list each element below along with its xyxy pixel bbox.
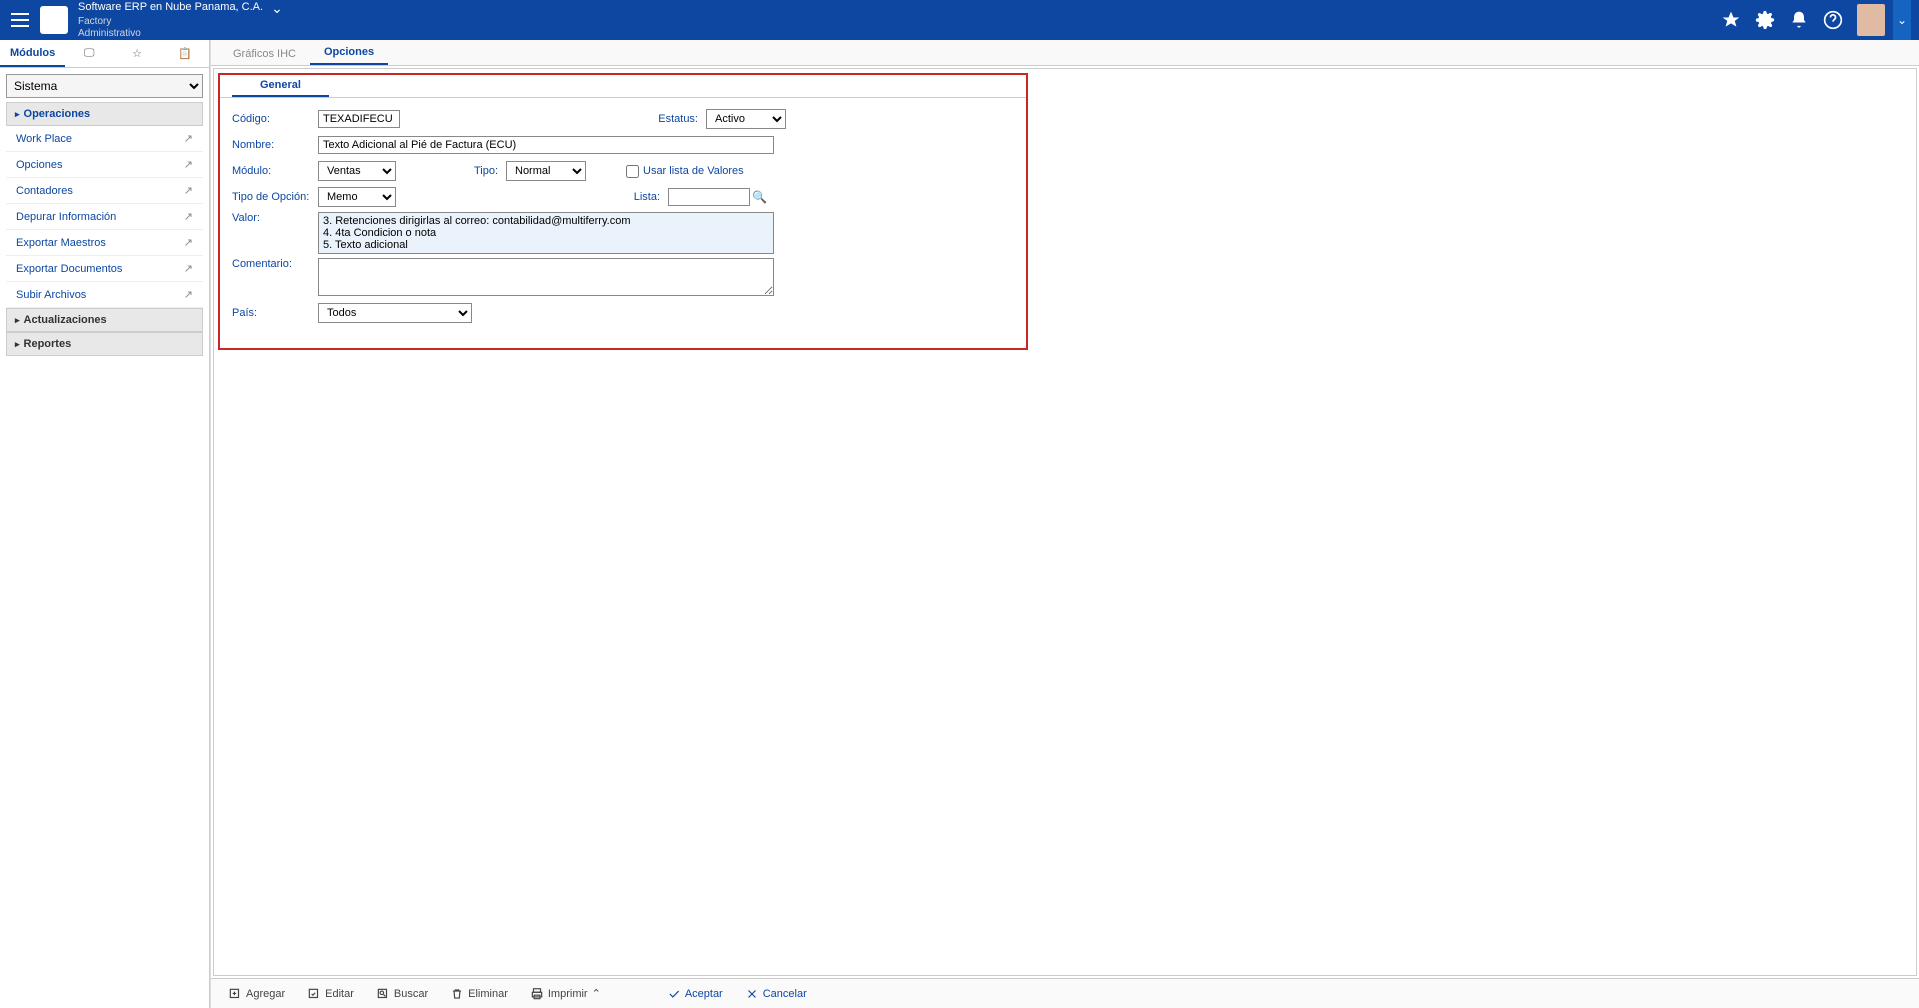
input-nombre[interactable] xyxy=(318,136,774,154)
delete-button[interactable]: Eliminar xyxy=(441,982,517,1006)
checkbox-usar-lista-wrap[interactable]: Usar lista de Valores xyxy=(626,165,744,178)
label-estatus: Estatus: xyxy=(626,113,706,125)
tab-opciones[interactable]: Opciones xyxy=(310,41,388,65)
select-pais[interactable]: Todos xyxy=(318,303,472,323)
menu-icon[interactable] xyxy=(8,8,32,32)
sidebar-item-subir-archivos[interactable]: Subir Archivos↗ xyxy=(6,282,203,308)
app-header: ⚙ Software ERP en Nube Panama, C.A. ⌄ Fa… xyxy=(0,0,1919,40)
system-select[interactable]: Sistema xyxy=(6,74,203,98)
label-valor: Valor: xyxy=(232,212,318,224)
input-codigo[interactable] xyxy=(318,110,400,128)
select-modulo[interactable]: Ventas xyxy=(318,161,396,181)
header-line2: Factory xyxy=(78,16,1721,28)
chevron-down-icon[interactable]: ⌄ xyxy=(271,0,283,16)
sidebar-item-depurar[interactable]: Depurar Información↗ xyxy=(6,204,203,230)
select-estatus[interactable]: Activo xyxy=(706,109,786,129)
search-icon[interactable]: 🔍 xyxy=(752,190,767,204)
label-codigo: Código: xyxy=(232,113,318,125)
label-modulo: Módulo: xyxy=(232,165,318,177)
label-nombre: Nombre: xyxy=(232,139,318,151)
sidebar-item-exportar-documentos[interactable]: Exportar Documentos↗ xyxy=(6,256,203,282)
external-icon: ↗ xyxy=(184,236,193,249)
accordion-actualizaciones[interactable]: ▸Actualizaciones xyxy=(6,308,203,332)
bell-icon[interactable] xyxy=(1789,10,1809,30)
external-icon: ↗ xyxy=(184,262,193,275)
sidebar-item-workplace[interactable]: Work Place↗ xyxy=(6,126,203,152)
textarea-comentario[interactable] xyxy=(318,258,774,296)
gear-icon[interactable] xyxy=(1755,10,1775,30)
app-logo: ⚙ xyxy=(40,6,68,34)
select-tipo-opcion[interactable]: Memo xyxy=(318,187,396,207)
external-icon: ↗ xyxy=(184,210,193,223)
tab-graficos[interactable]: Gráficos IHC xyxy=(219,43,310,65)
external-icon: ↗ xyxy=(184,158,193,171)
content-tabs: Gráficos IHC Opciones xyxy=(211,40,1919,66)
form-panel: General Código: Estatus: Activo Nombre: xyxy=(218,73,1028,350)
external-icon: ↗ xyxy=(184,288,193,301)
label-pais: País: xyxy=(232,307,318,319)
print-button[interactable]: Imprimir ⌃ xyxy=(521,982,610,1006)
add-button[interactable]: Agregar xyxy=(219,982,294,1006)
textarea-valor[interactable] xyxy=(318,212,774,254)
tab-modulos[interactable]: Módulos xyxy=(0,41,65,67)
accordion-operaciones[interactable]: ▸Operaciones xyxy=(6,102,203,126)
star-outline-icon[interactable]: ☆ xyxy=(113,41,161,66)
external-icon: ↗ xyxy=(184,184,193,197)
label-tipo: Tipo: xyxy=(466,165,506,177)
sidebar-item-opciones[interactable]: Opciones↗ xyxy=(6,152,203,178)
input-lista[interactable] xyxy=(668,188,750,206)
chevron-up-icon: ⌃ xyxy=(592,987,601,1000)
sidebar: Módulos 🖵 ☆ 📋 Sistema ▸Operaciones Work … xyxy=(0,40,210,1008)
accordion-reportes[interactable]: ▸Reportes xyxy=(6,332,203,356)
company-name: Software ERP en Nube Panama, C.A. xyxy=(78,1,263,14)
avatar[interactable] xyxy=(1857,4,1885,36)
edit-button[interactable]: Editar xyxy=(298,982,363,1006)
clipboard-icon[interactable]: 📋 xyxy=(161,41,209,66)
sidebar-item-contadores[interactable]: Contadores↗ xyxy=(6,178,203,204)
form-tab-general[interactable]: General xyxy=(232,75,329,97)
search-button[interactable]: Buscar xyxy=(367,982,437,1006)
footer-toolbar: Agregar Editar Buscar Eliminar Imprimir … xyxy=(211,978,1919,1008)
sidebar-item-exportar-maestros[interactable]: Exportar Maestros↗ xyxy=(6,230,203,256)
accept-button[interactable]: Aceptar xyxy=(658,982,732,1006)
help-icon[interactable] xyxy=(1823,10,1843,30)
expand-icon[interactable]: ⌄ xyxy=(1893,0,1911,40)
checkbox-usar-lista[interactable] xyxy=(626,165,639,178)
header-line3: Administrativo xyxy=(78,28,1721,40)
cancel-button[interactable]: Cancelar xyxy=(736,982,816,1006)
star-icon[interactable] xyxy=(1721,10,1741,30)
label-comentario: Comentario: xyxy=(232,258,318,270)
select-tipo[interactable]: Normal xyxy=(506,161,586,181)
external-icon: ↗ xyxy=(184,132,193,145)
label-tipo-opcion: Tipo de Opción: xyxy=(232,191,318,203)
label-lista: Lista: xyxy=(628,191,668,203)
monitor-icon[interactable]: 🖵 xyxy=(65,41,113,66)
